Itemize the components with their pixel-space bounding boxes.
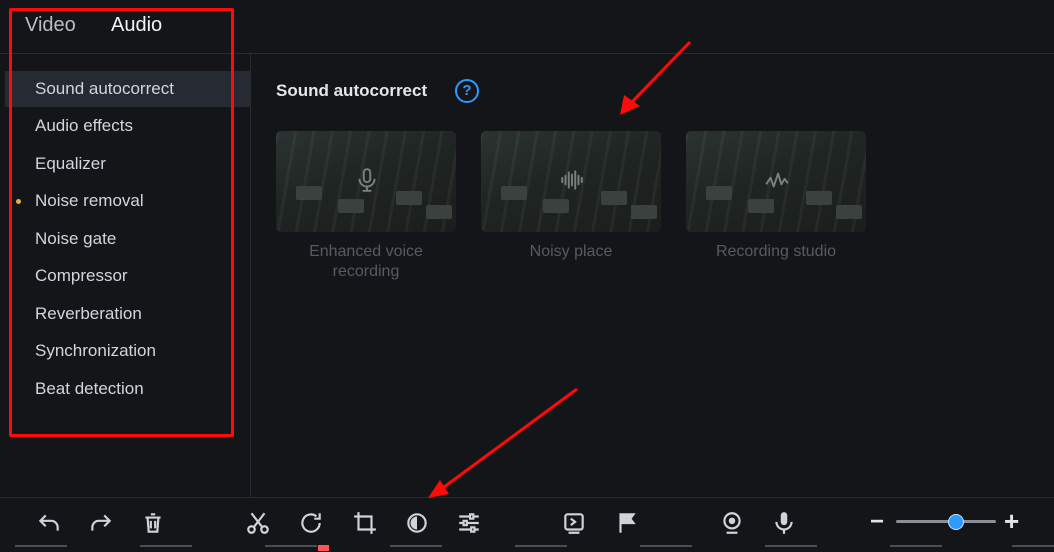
tab-video[interactable]: Video: [25, 14, 76, 37]
rotate-icon: [301, 513, 321, 533]
zoom-in-button[interactable]: +: [1004, 506, 1019, 537]
audio-sidebar: Sound autocorrect Audio effects Equalize…: [5, 54, 251, 497]
preset-enhanced-voice[interactable]: Enhanced voice recording: [276, 131, 456, 282]
redo-icon: [91, 514, 112, 531]
playhead[interactable]: [318, 545, 329, 551]
webcam-icon: [723, 512, 741, 534]
rotate-button[interactable]: [298, 510, 324, 536]
crop-icon: [354, 512, 376, 534]
crop-button[interactable]: [352, 510, 378, 536]
sidebar-item-label: Beat detection: [35, 379, 144, 398]
color-adjust-icon: [407, 513, 427, 533]
zoom-out-button[interactable]: −: [870, 508, 884, 536]
sidebar-item-label: Synchronization: [35, 341, 156, 360]
clip-properties-button[interactable]: [456, 510, 482, 536]
color-adjust-button[interactable]: [404, 510, 430, 536]
sidebar-item-label: Sound autocorrect: [35, 79, 174, 98]
sidebar-item-reverberation[interactable]: Reverberation: [5, 296, 250, 332]
sidebar-item-sound-autocorrect[interactable]: Sound autocorrect: [5, 71, 250, 107]
sidebar-item-label: Audio effects: [35, 116, 133, 135]
marker-button[interactable]: [614, 510, 640, 536]
export-icon: [564, 513, 584, 534]
export-button[interactable]: [561, 510, 587, 536]
sidebar-item-beat-detection[interactable]: Beat detection: [5, 371, 250, 407]
preset-thumbnail: [276, 131, 456, 232]
sidebar-item-noise-gate[interactable]: Noise gate: [5, 221, 250, 257]
preset-label: Noisy place: [529, 243, 613, 260]
pulse-icon: [765, 172, 789, 188]
sidebar-item-compressor[interactable]: Compressor: [5, 258, 250, 294]
undo-button[interactable]: [36, 510, 62, 536]
sidebar-item-label: Equalizer: [35, 154, 106, 173]
undo-icon: [38, 514, 59, 531]
sidebar-item-noise-removal[interactable]: Noise removal: [5, 183, 250, 219]
settings-sliders-icon: [459, 513, 479, 533]
zoom-slider-thumb[interactable]: [948, 514, 964, 530]
annotation-arrow: [428, 387, 578, 498]
top-tab-bar: Video Audio: [0, 0, 1054, 54]
record-audio-button[interactable]: [771, 510, 797, 536]
webcam-button[interactable]: [719, 510, 745, 536]
cut-button[interactable]: [245, 510, 271, 536]
preset-thumbnail: [481, 131, 661, 232]
delete-button[interactable]: [140, 510, 166, 536]
preset-label: Enhanced voice recording: [309, 243, 423, 280]
new-indicator-dot: [16, 199, 21, 204]
waveform-icon: [561, 170, 583, 190]
preset-label: Recording studio: [715, 243, 837, 260]
preset-thumbnail: [686, 131, 866, 232]
zoom-slider-track[interactable]: [896, 520, 996, 523]
sidebar-item-label: Reverberation: [35, 304, 142, 323]
page-title: Sound autocorrect: [276, 81, 428, 100]
preset-recording-studio[interactable]: Recording studio: [686, 131, 866, 262]
sidebar-item-equalizer[interactable]: Equalizer: [5, 146, 250, 182]
microphone-icon: [358, 168, 376, 192]
timeline-ruler: [0, 545, 1054, 551]
sidebar-item-label: Noise gate: [35, 229, 117, 248]
preset-noisy-place[interactable]: Noisy place: [481, 131, 661, 262]
sidebar-item-audio-effects[interactable]: Audio effects: [5, 108, 250, 144]
delete-icon: [145, 513, 161, 533]
help-icon[interactable]: ?: [455, 79, 479, 103]
sidebar-item-synchronization[interactable]: Synchronization: [5, 333, 250, 369]
microphone-icon: [775, 512, 793, 534]
marker-flag-icon: [619, 513, 636, 533]
redo-button[interactable]: [88, 510, 114, 536]
cut-icon: [247, 512, 269, 534]
sidebar-item-label: Compressor: [35, 266, 128, 285]
sidebar-item-label: Noise removal: [35, 191, 144, 210]
tab-audio[interactable]: Audio: [111, 14, 162, 37]
